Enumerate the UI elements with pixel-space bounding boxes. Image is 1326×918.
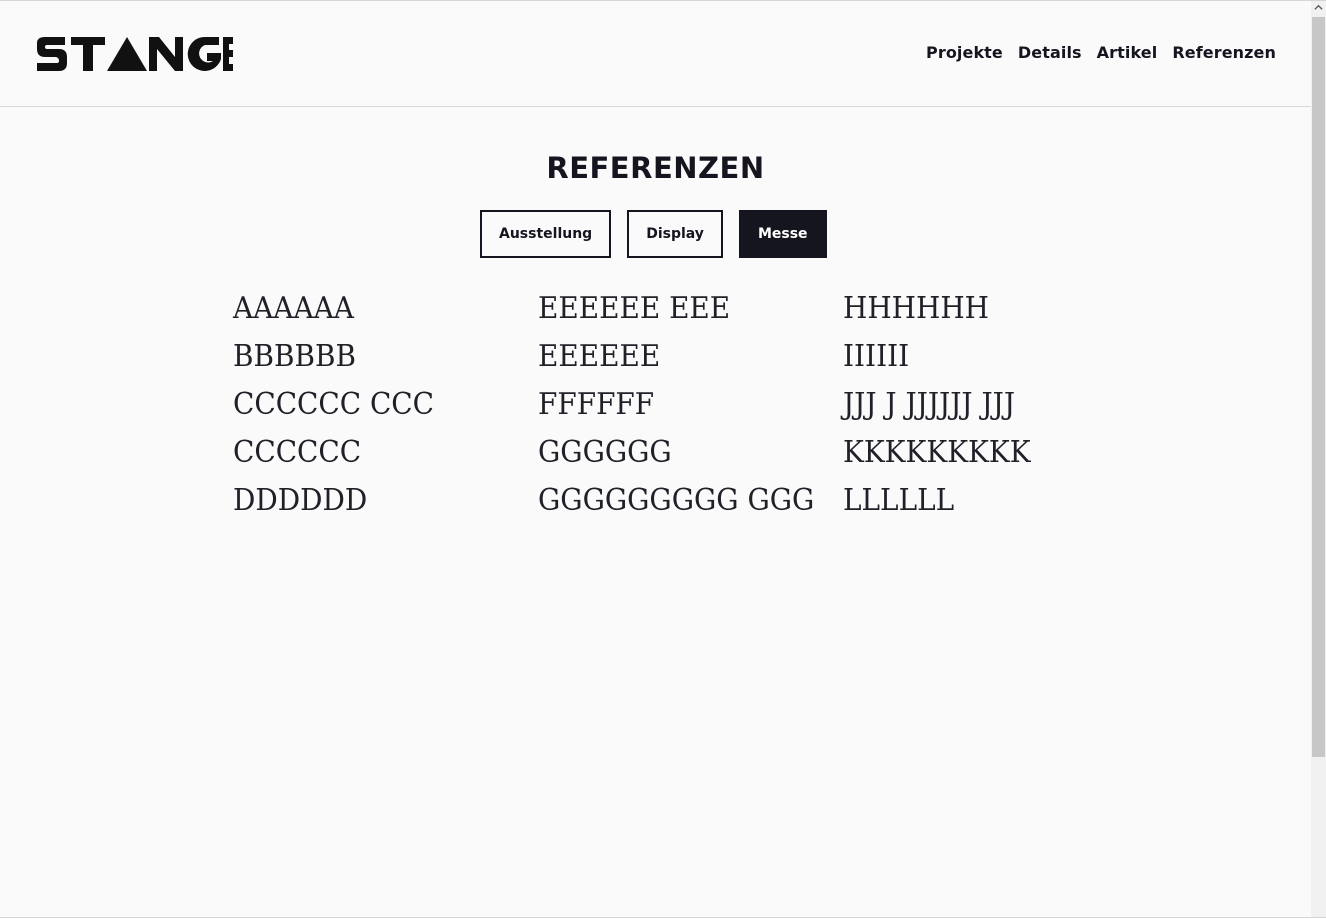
nav-link-referenzen[interactable]: Referenzen	[1172, 43, 1276, 62]
references-column-1: AAAAAA BBBBBB CCCCCC CCC CCCCCC DDDDDD	[233, 285, 538, 525]
reference-item: DDDDDD	[233, 483, 368, 518]
nav-link-artikel[interactable]: Artikel	[1097, 43, 1158, 62]
scroll-up-arrow-icon[interactable]	[1314, 3, 1323, 12]
reference-item: FFFFFF	[538, 387, 655, 422]
reference-item: EEEEEE EEE	[538, 291, 731, 326]
reference-item: HHHHHH	[843, 291, 989, 326]
filter-button-display[interactable]: Display	[627, 210, 723, 258]
reference-item: KKKKKKKKK	[843, 435, 1031, 470]
nav-link-details[interactable]: Details	[1018, 43, 1082, 62]
reference-item: BBBBBB	[233, 339, 357, 374]
vertical-scrollbar[interactable]	[1311, 1, 1326, 917]
reference-item: JJJ J JJJJJJ JJJ	[843, 387, 1016, 422]
references-column-3: HHHHHH IIIIII JJJ J JJJJJJ JJJ KKKKKKKKK…	[843, 285, 1148, 525]
reference-item: LLLLLL	[843, 483, 955, 518]
site-header: Projekte Details Artikel Referenzen	[0, 1, 1311, 107]
stange-logo[interactable]	[35, 35, 235, 73]
references-column-2: EEEEEE EEE EEEEEE FFFFFF GGGGGG GGGGGGGG…	[538, 285, 843, 525]
filter-button-messe[interactable]: Messe	[738, 210, 827, 258]
nav-link-projekte[interactable]: Projekte	[926, 43, 1003, 62]
main-nav: Projekte Details Artikel Referenzen	[926, 43, 1276, 62]
reference-item: EEEEEE	[538, 339, 661, 374]
scrollbar-thumb[interactable]	[1312, 17, 1325, 757]
filter-buttons: Ausstellung Display Messe	[480, 210, 827, 258]
reference-item: AAAAAA	[233, 291, 354, 326]
reference-item: CCCCCC	[233, 435, 362, 470]
reference-item: GGGGGGGGG GGG	[538, 483, 815, 518]
references-grid: AAAAAA BBBBBB CCCCCC CCC CCCCCC DDDDDD E…	[233, 285, 1148, 525]
reference-item: IIIIII	[843, 339, 910, 374]
reference-item: GGGGGG	[538, 435, 672, 470]
page: Projekte Details Artikel Referenzen REFE…	[0, 0, 1326, 918]
page-title: REFERENZEN	[546, 151, 765, 185]
filter-button-ausstellung[interactable]: Ausstellung	[480, 210, 612, 258]
reference-item: CCCCCC CCC	[233, 387, 434, 422]
